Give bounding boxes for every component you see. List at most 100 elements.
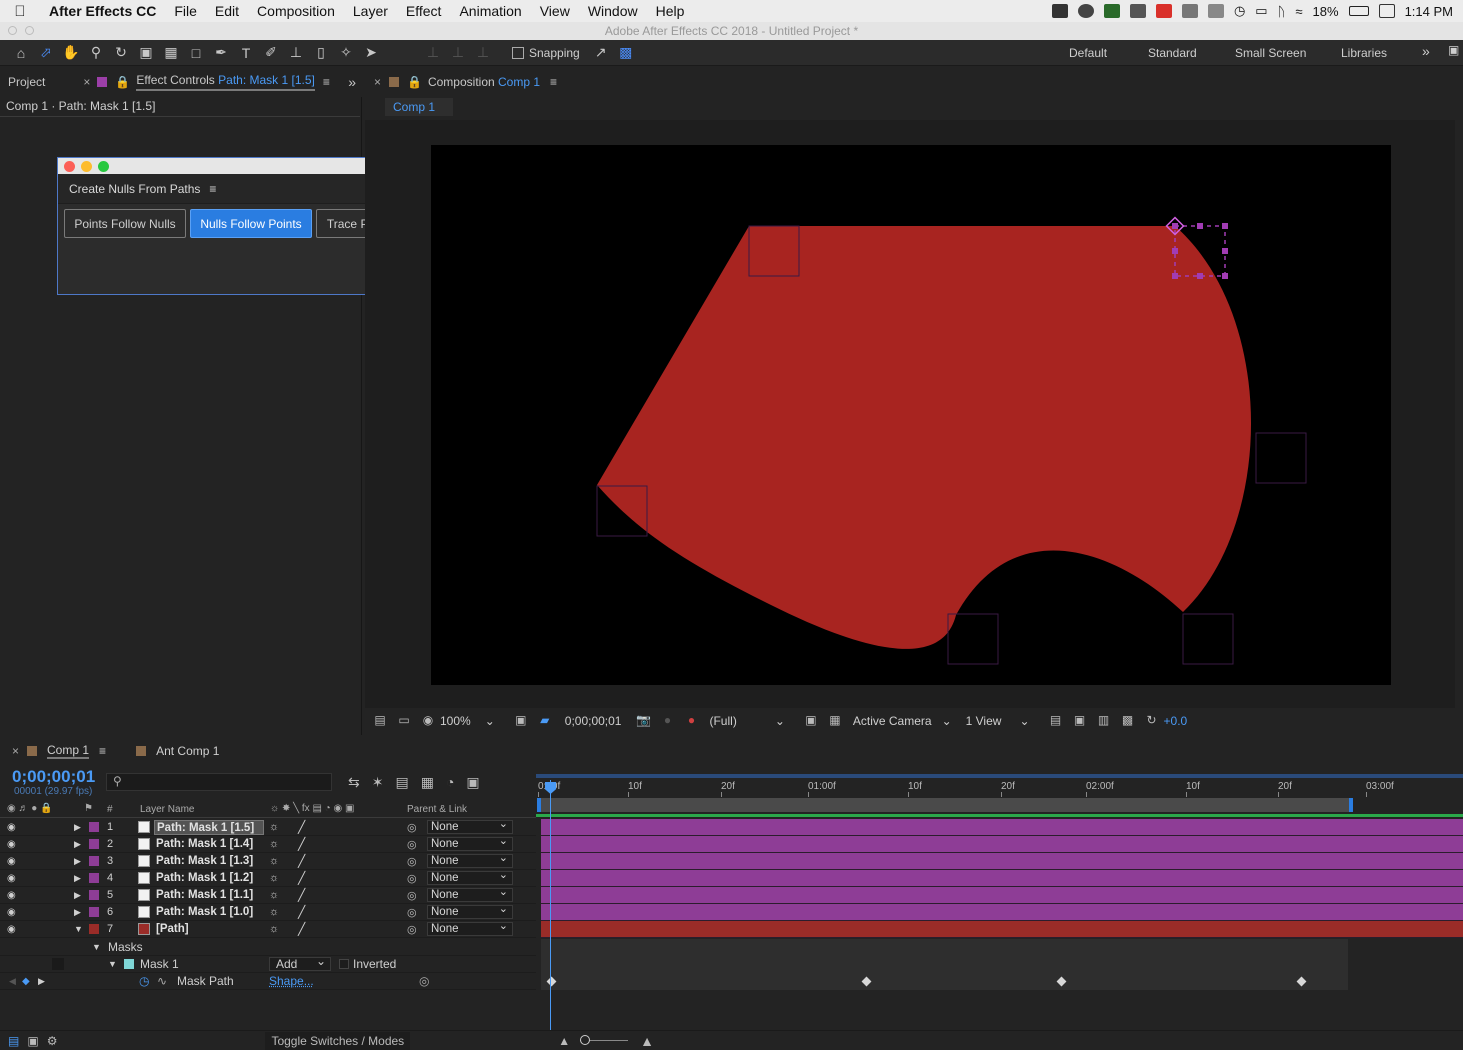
parent-pick-whip-icon[interactable]: ◎ (407, 889, 417, 902)
transparency-grid-icon[interactable]: ▦ (826, 713, 844, 729)
expand-triangle-icon[interactable]: ▶ (74, 873, 81, 884)
time-ruler[interactable]: 0:00f10f20f01:00f10f20f02:00f10f20f03:00… (536, 770, 1463, 818)
menu-animation[interactable]: Animation (450, 3, 530, 19)
label-color-swatch[interactable] (89, 839, 99, 849)
parent-dropdown[interactable]: None (427, 818, 513, 834)
quality-switch-icon[interactable]: ╱ (298, 905, 305, 919)
tab-composition[interactable]: Composition Comp 1 (428, 75, 540, 89)
eraser-tool-icon[interactable]: ▯ (310, 42, 332, 64)
selection-tool-icon[interactable]: ⬀ (35, 42, 57, 64)
quality-switch-icon[interactable]: ╱ (298, 837, 305, 851)
snapshot-icon[interactable]: 📷 (634, 713, 652, 729)
pick-whip-icon[interactable]: ◎ (419, 974, 429, 988)
draft-3d-icon[interactable]: ✶ (372, 774, 384, 791)
parent-pick-whip-icon[interactable]: ◎ (407, 923, 417, 936)
parent-pick-whip-icon[interactable]: ◎ (407, 906, 417, 919)
tab-ant-comp1[interactable]: Ant Comp 1 (156, 744, 219, 758)
comp-lock-icon[interactable]: 🔒 (407, 75, 422, 89)
expand-triangle-icon[interactable]: ▼ (74, 924, 83, 934)
tab-effect-controls[interactable]: Effect Controls Path: Mask 1 [1.5] (136, 73, 315, 91)
comp-subtab[interactable]: Comp 1 (385, 98, 453, 116)
region-of-interest-icon[interactable]: ▣ (802, 713, 820, 729)
shy-switch-icon[interactable]: ☼ (269, 906, 279, 918)
layer-duration-bar[interactable] (541, 887, 1463, 904)
menu-view[interactable]: View (531, 3, 579, 19)
shy-switch-icon[interactable]: ☼ (269, 821, 279, 833)
layer-name[interactable]: Path: Mask 1 [1.2] (154, 871, 264, 886)
display-icon[interactable] (1207, 4, 1224, 18)
masks-group-row[interactable]: ▼ Masks (0, 939, 536, 956)
battery-percent[interactable]: 18% (1313, 4, 1339, 19)
input-menu-icon[interactable] (1378, 4, 1395, 18)
airplay-app-icon[interactable] (1129, 4, 1146, 18)
shy-layers-icon[interactable]: ▤ (395, 774, 408, 791)
visibility-eye-icon[interactable]: ◉ (7, 839, 16, 850)
roto-brush-tool-icon[interactable]: ✧ (335, 42, 357, 64)
snap-features-icon[interactable]: ▩ (615, 42, 637, 64)
workspace-small-screen[interactable]: Small Screen (1235, 46, 1306, 60)
timeline-menu-icon[interactable]: ≡ (99, 744, 106, 758)
menu-app-name[interactable]: After Effects CC (40, 3, 165, 19)
layer-duration-bar[interactable] (541, 853, 1463, 870)
brush-tool-icon[interactable]: ✐ (260, 42, 282, 64)
pen-tool-icon[interactable]: ✒ (210, 42, 232, 64)
next-keyframe-icon[interactable]: ▶ (38, 976, 45, 987)
layer-row[interactable]: ◉ ▶ 3 Path: Mask 1 [1.3] ☼ ╱ ◎ None (0, 852, 536, 870)
timeline-timecode[interactable]: 0;00;00;01 (12, 767, 95, 787)
shy-switch-icon[interactable]: ☼ (269, 872, 279, 884)
parent-pick-whip-icon[interactable]: ◎ (407, 872, 417, 885)
exposure-value[interactable]: +0.0 (1164, 714, 1188, 728)
zoom-in-icon[interactable]: ▲ (640, 1033, 654, 1049)
rectangle-tool-icon[interactable]: □ (185, 42, 207, 64)
home-icon[interactable]: ⌂ (10, 42, 32, 64)
frame-blending-icon[interactable]: ▦ (421, 774, 434, 791)
parent-dropdown[interactable]: None (427, 903, 513, 919)
tab-comp1[interactable]: Comp 1 (47, 743, 90, 759)
nulls-follow-points-button[interactable]: Nulls Follow Points (190, 209, 312, 238)
transfer-controls-icon[interactable]: ▣ (27, 1034, 38, 1048)
type-tool-icon[interactable]: T (235, 42, 257, 64)
quality-switch-icon[interactable]: ╱ (298, 888, 305, 902)
shy-switch-icon[interactable]: ☼ (269, 923, 279, 935)
mask-mode-dropdown[interactable]: Add ⌄ (269, 955, 331, 971)
layer-search-input[interactable]: ⚲ (106, 773, 332, 791)
expand-triangle-icon[interactable]: ▶ (74, 907, 81, 918)
search-help-icon[interactable]: ▣ (1448, 43, 1459, 57)
clone-stamp-tool-icon[interactable]: ⊥ (285, 42, 307, 64)
dialog-menu-icon[interactable]: ≡ (209, 182, 216, 196)
menu-help[interactable]: Help (647, 3, 694, 19)
quality-switch-icon[interactable]: ╱ (298, 871, 305, 885)
label-color-swatch[interactable] (89, 907, 99, 917)
camera-tool-icon[interactable]: ▣ (135, 42, 157, 64)
layer-duration-bar[interactable] (541, 870, 1463, 887)
layer-name[interactable]: Path: Mask 1 [1.5] (154, 819, 264, 835)
visibility-eye-icon[interactable]: ◉ (7, 890, 16, 901)
graph-icon[interactable]: ∿ (157, 974, 167, 988)
snapping-checkbox[interactable] (512, 46, 524, 59)
vr-icon[interactable]: ◉ (419, 713, 437, 729)
layer-name[interactable]: Path: Mask 1 [1.0] (154, 905, 264, 920)
layer-row[interactable]: ◉ ▶ 4 Path: Mask 1 [1.2] ☼ ╱ ◎ None (0, 869, 536, 887)
menu-edit[interactable]: Edit (206, 3, 248, 19)
parent-dropdown[interactable]: None (427, 835, 513, 851)
mask-path-value[interactable]: Shape... (269, 974, 314, 988)
panel-menu-icon[interactable]: ≡ (323, 75, 330, 89)
parent-pick-whip-icon[interactable]: ◎ (407, 821, 417, 834)
close-window-icon[interactable] (8, 26, 17, 35)
quality-switch-icon[interactable]: ╱ (298, 820, 305, 834)
flowchart-icon[interactable]: ▩ (1119, 713, 1137, 729)
time-zoom-slider[interactable] (580, 1035, 629, 1045)
mask1-row[interactable]: ▼ Mask 1 Add ⌄ Inverted (0, 955, 536, 973)
mask-lock-box[interactable] (52, 958, 64, 970)
header-layer-name[interactable]: Layer Name (140, 804, 194, 815)
dropbox-icon[interactable] (1051, 4, 1068, 18)
hand-tool-icon[interactable]: ✋ (60, 42, 82, 64)
resolution-dropdown[interactable]: (Full) ⌄ (709, 714, 784, 728)
menu-window[interactable]: Window (579, 3, 647, 19)
apple-menu-icon[interactable]:  (0, 3, 40, 20)
airplay-icon[interactable]: ▭ (1255, 3, 1267, 19)
wifi-icon[interactable]: ≈ (1295, 4, 1302, 19)
parent-pick-whip-icon[interactable]: ◎ (407, 855, 417, 868)
layer-name[interactable]: Path: Mask 1 [1.1] (154, 888, 264, 903)
stopwatch-icon[interactable]: ◷ (139, 974, 149, 988)
